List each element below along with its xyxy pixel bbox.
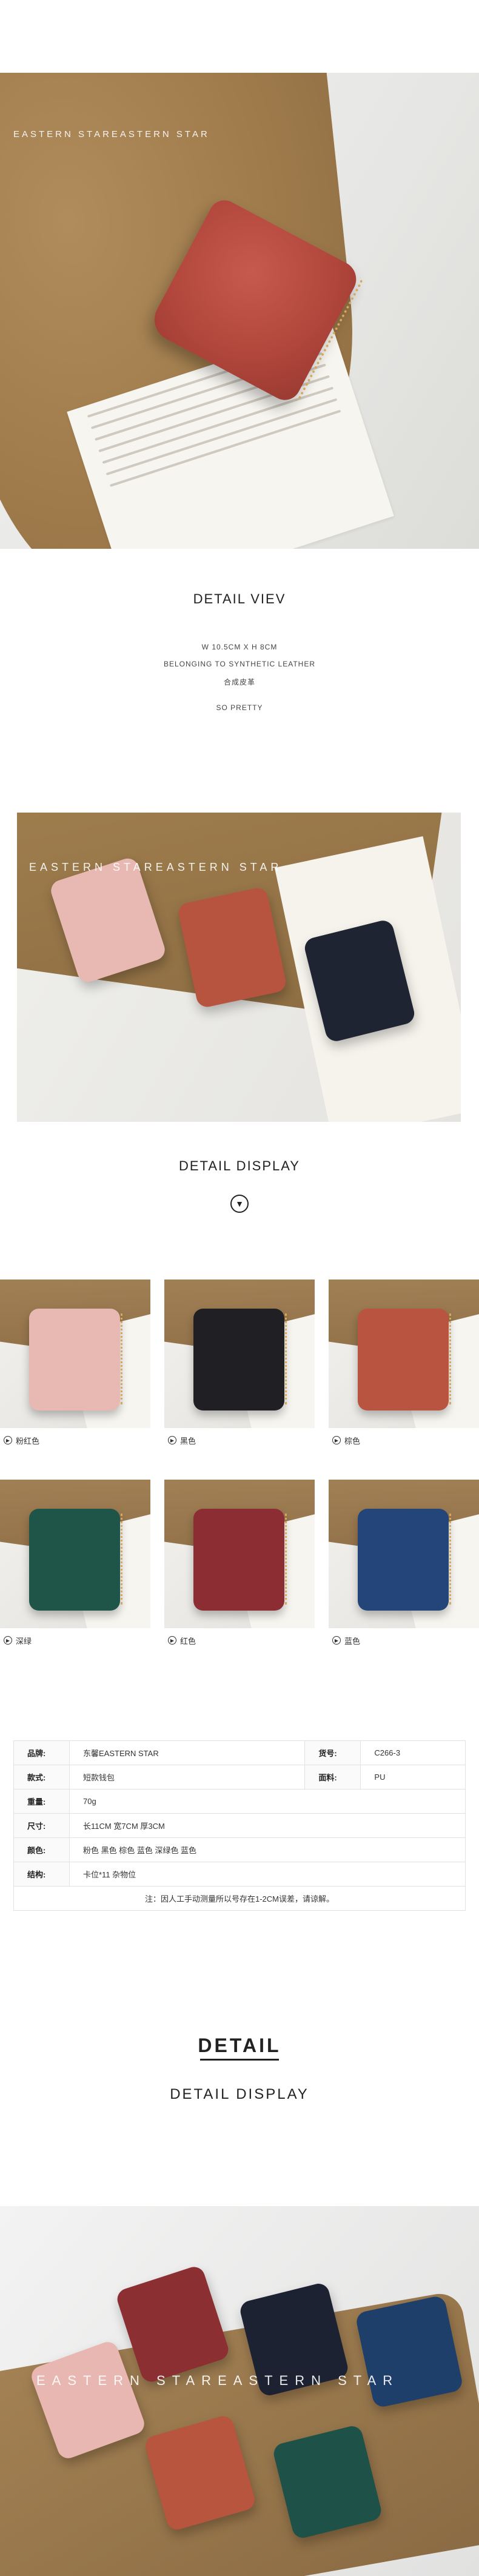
table-row: 尺寸: 长11CM 宽7CM 厚3CM [13, 1813, 466, 1838]
table-row: 品牌: 东馨EASTERN STAR 货号: C266-3 [13, 1740, 466, 1765]
play-circle-icon: ▶ [332, 1636, 341, 1645]
color-card: ▶ 棕色 [329, 1280, 479, 1452]
detail-heading: DETAIL [198, 2034, 281, 2056]
detail-view-title: DETAIL VIEV [193, 591, 286, 606]
color-name: 深绿 [16, 1636, 32, 1646]
color-photo [164, 1280, 315, 1428]
item-no-label: 货号: [304, 1740, 361, 1765]
fabric-label: 面料: [304, 1765, 361, 1789]
bottom-brand-text: EASTERN STAREASTERN STAR [36, 2373, 400, 2388]
color-card: ▶ 蓝色 [329, 1480, 479, 1652]
wallet-swatch [358, 1509, 451, 1611]
measurement-note: 注：因人工手动测量所以号存在1-2CM误差，请谅解。 [13, 1886, 466, 1911]
size-label: 尺寸: [13, 1813, 70, 1838]
table-row: 款式: 短款钱包 面料: PU [13, 1765, 466, 1789]
play-circle-icon: ▶ [332, 1436, 341, 1444]
tagline-text: SO PRETTY [216, 703, 263, 712]
style-label: 款式: [13, 1765, 70, 1789]
brand-value: 东馨EASTERN STAR [69, 1740, 306, 1765]
color-card: ▶ 粉红色 [0, 1280, 150, 1452]
size-value: 长11CM 宽7CM 厚3CM [69, 1813, 466, 1838]
bottom-photo: EASTERN STAREASTERN STAR [0, 2206, 479, 2576]
style-value: 短款钱包 [69, 1765, 306, 1789]
color-label: ▶ 红色 [164, 1628, 315, 1652]
color-label: ▶ 粉红色 [0, 1428, 150, 1452]
wallet-swatch [193, 1509, 287, 1611]
wallet-swatch [358, 1309, 451, 1410]
color-photo [329, 1480, 479, 1628]
weight-value: 70g [69, 1789, 466, 1814]
color-label: ▶ 深绿 [0, 1628, 150, 1652]
wallet-swatch [29, 1509, 122, 1611]
color-label: ▶ 棕色 [329, 1428, 479, 1452]
spec-table: 品牌: 东馨EASTERN STAR 货号: C266-3 款式: 短款钱包 面… [13, 1740, 466, 1911]
table-row: 注：因人工手动测量所以号存在1-2CM误差，请谅解。 [13, 1886, 466, 1911]
color-name: 棕色 [344, 1436, 361, 1446]
play-circle-icon: ▶ [168, 1636, 176, 1645]
play-circle-icon: ▶ [4, 1636, 12, 1645]
color-card: ▶ 深绿 [0, 1480, 150, 1652]
group-photo: EASTERN STAREASTERN STAR [17, 813, 461, 1122]
group-brand-text: EASTERN STAREASTERN STAR [29, 861, 283, 873]
color-name: 红色 [180, 1636, 196, 1646]
detail-subheading: DETAIL DISPLAY [170, 2086, 309, 2102]
hero-brand-text: EASTERN STAREASTERN STAR [13, 129, 210, 139]
detail-underline [200, 2059, 279, 2061]
play-circle-icon: ▶ [4, 1436, 12, 1444]
wallet-swatch [29, 1309, 122, 1410]
brand-label: 品牌: [13, 1740, 70, 1765]
structure-value: 卡位*11 杂物位 [69, 1862, 466, 1887]
fabric-value: PU [360, 1765, 466, 1789]
color-photo [329, 1280, 479, 1428]
wallet-swatch [193, 1309, 287, 1410]
color-label: ▶ 黑色 [164, 1428, 315, 1452]
hero-photo: EASTERN STAREASTERN STAR [0, 73, 479, 549]
color-card: ▶ 红色 [164, 1480, 315, 1652]
detail-view-specs: W 10.5CM X H 8CM BELONGING TO SYNTHETIC … [0, 643, 479, 696]
size-text: W 10.5CM X H 8CM [201, 643, 278, 651]
detail-display-title: DETAIL DISPLAY [179, 1158, 300, 1173]
color-name: 粉红色 [16, 1436, 40, 1446]
color-photo [0, 1280, 150, 1428]
table-row: 颜色: 粉色 黑色 棕色 蓝色 深绿色 蓝色 [13, 1837, 466, 1862]
structure-label: 结构: [13, 1862, 70, 1887]
material-cn-text: 合成皮革 [223, 678, 255, 686]
material-en-text: BELONGING TO SYNTHETIC LEATHER [163, 660, 316, 668]
color-name: 黑色 [180, 1436, 196, 1446]
weight-label: 重量: [13, 1789, 70, 1814]
color-photo [0, 1480, 150, 1628]
color-value: 粉色 黑色 棕色 蓝色 深绿色 蓝色 [69, 1837, 466, 1862]
color-name: 蓝色 [344, 1636, 361, 1646]
chevron-down-circle-icon: ▼ [230, 1195, 249, 1213]
color-photo [164, 1480, 315, 1628]
item-no-value: C266-3 [360, 1740, 466, 1765]
play-circle-icon: ▶ [168, 1436, 176, 1444]
tagline-block: SO PRETTY [0, 703, 479, 720]
color-card: ▶ 黑色 [164, 1280, 315, 1452]
table-row: 重量: 70g [13, 1789, 466, 1814]
color-label: ▶ 蓝色 [329, 1628, 479, 1652]
table-row: 结构: 卡位*11 杂物位 [13, 1862, 466, 1887]
product-detail-page: EASTERN STAREASTERN STAR DETAIL VIEV W 1… [0, 0, 479, 2576]
color-label-key: 颜色: [13, 1837, 70, 1862]
